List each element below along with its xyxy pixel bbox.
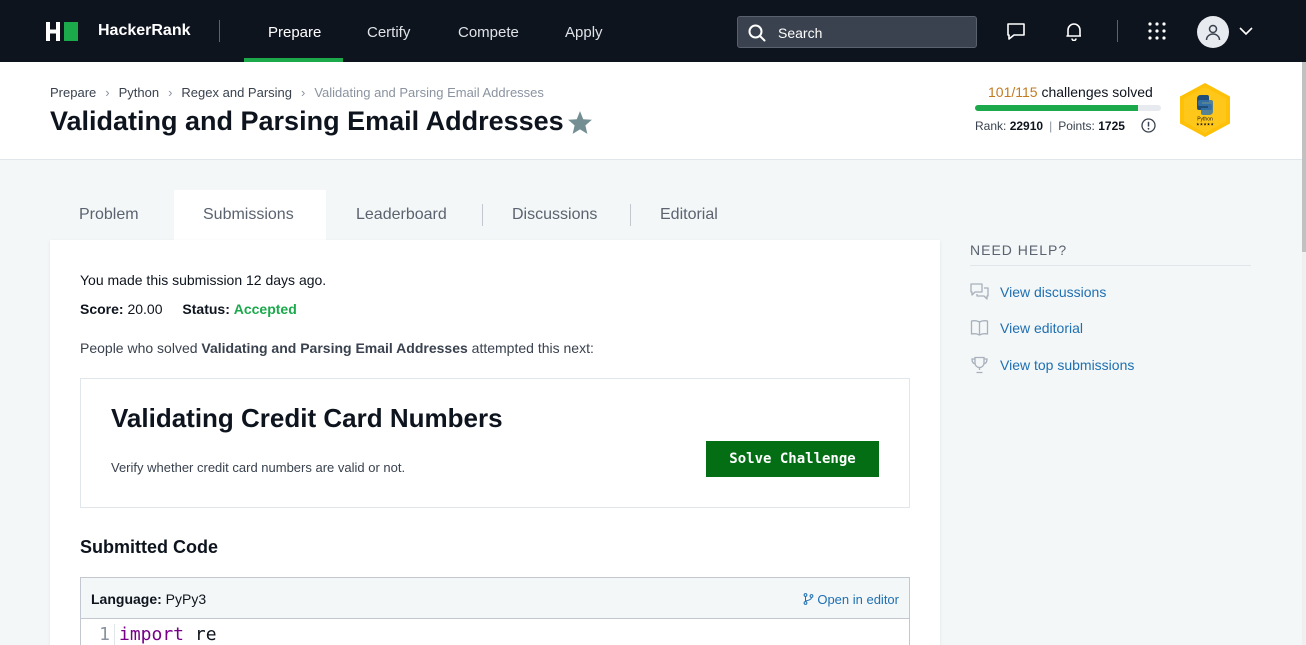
breadcrumb-prepare[interactable]: Prepare [50,85,96,100]
hackerrank-logo-icon[interactable] [46,22,78,41]
bookmark-star-icon[interactable] [567,110,593,135]
breadcrumb-current: Validating and Parsing Email Addresses [314,85,544,100]
challenges-solved: 101/115 challenges solved [988,84,1153,100]
code-keyword: import [119,624,185,645]
breadcrumb-separator-icon: › [168,85,173,100]
nav-certify[interactable]: Certify [367,24,410,41]
progress-bar [975,105,1161,111]
bell-icon[interactable] [1064,21,1084,41]
avatar[interactable] [1197,16,1229,48]
nav-divider [219,20,220,42]
rank-points: Rank: 22910 | Points: 1725 [975,119,1125,133]
code-line: 1 import re [81,624,217,645]
tab-leaderboard[interactable]: Leaderboard [356,206,447,224]
line-number: 1 [81,624,115,645]
language-label: Language: [91,591,162,607]
status-label: Status: [182,301,230,317]
submission-card: You made this submission 12 days ago. Sc… [50,240,940,645]
branch-icon [803,593,814,605]
code-header: Language: PyPy3 Open in editor [81,578,909,619]
book-icon [970,320,989,336]
code-module: re [194,624,217,645]
nav-divider [1117,20,1118,42]
score-status-line: Score: 20.00 Status: Accepted [80,301,297,317]
view-top-submissions-label: View top submissions [1000,357,1135,373]
next-suggestion-text: People who solved Validating and Parsing… [80,340,594,356]
rank-value: 22910 [1009,119,1044,133]
people-challenge: Validating and Parsing Email Addresses [201,340,468,356]
stat-divider: | [1049,119,1053,133]
open-in-editor-label: Open in editor [817,592,899,607]
need-help-heading: NEED HELP? [970,242,1068,258]
brand-name[interactable]: HackerRank [98,22,191,40]
score-value: 20.00 [127,301,163,317]
open-in-editor-link[interactable]: Open in editor [803,592,899,607]
chat-icon[interactable] [1006,21,1026,41]
trophy-icon [971,356,988,374]
code-viewer: Language: PyPy3 Open in editor 1 import r… [80,577,910,645]
language-info: Language: PyPy3 [91,591,206,607]
breadcrumb-separator-icon: › [105,85,110,100]
language-value: PyPy3 [165,591,207,607]
people-prefix: People who solved [80,340,198,356]
challenge-header: Prepare › Python › Regex and Parsing › Validat… [0,62,1302,160]
tab-discussions[interactable]: Discussions [512,206,597,224]
search-placeholder: Search [778,25,823,41]
view-editorial-label: View editorial [1000,320,1084,336]
breadcrumb-python[interactable]: Python [119,85,159,100]
python-badge-icon[interactable]: Python ★★★★★ [1178,82,1232,138]
tab-submissions[interactable]: Submissions [203,206,294,224]
points-value: 1725 [1098,119,1125,133]
help-divider [970,265,1251,266]
scrollbar-thumb[interactable] [1302,62,1306,252]
progress-bar-fill [975,105,1139,111]
submission-time: You made this submission 12 days ago. [80,272,327,288]
badge-stars: ★★★★★ [1196,122,1214,127]
next-challenge-title[interactable]: Validating Credit Card Numbers [111,403,503,434]
tab-problem[interactable]: Problem [79,206,139,224]
people-suffix: attempted this next: [471,340,594,356]
rank-label: Rank: [975,119,1007,133]
solve-challenge-button[interactable]: Solve Challenge [706,441,879,477]
nav-prepare[interactable]: Prepare [268,24,321,41]
tab-editorial[interactable]: Editorial [660,206,718,224]
info-icon[interactable] [1141,118,1156,133]
view-discussions-label: View discussions [1000,284,1107,300]
chevron-down-icon[interactable] [1239,26,1253,36]
score-label: Score: [80,301,124,317]
search-icon [748,24,766,42]
solved-count: 101/115 [988,84,1038,100]
breadcrumb-regex-parsing[interactable]: Regex and Parsing [181,85,292,100]
top-navbar: HackerRank Prepare Certify Compete Apply… [0,0,1306,62]
page-title: Validating and Parsing Email Addresses [50,106,564,136]
avatar-icon [1205,24,1221,41]
status-badge: Accepted [233,301,297,317]
points-label: Points: [1058,119,1095,133]
nav-compete[interactable]: Compete [458,24,519,41]
discussions-icon [970,283,989,300]
search-input[interactable]: Search [737,16,977,48]
tab-divider [630,204,631,226]
next-challenge-card: Validating Credit Card Numbers Verify wh… [80,378,910,508]
solved-label: challenges solved [1041,84,1153,100]
breadcrumb-separator-icon: › [301,85,306,100]
tab-divider [482,204,483,226]
nav-apply[interactable]: Apply [565,24,603,41]
next-challenge-description: Verify whether credit card numbers are v… [111,460,406,475]
breadcrumb: Prepare › Python › Regex and Parsing › Validat… [50,85,544,100]
apps-grid-icon[interactable] [1147,21,1167,41]
submitted-code-heading: Submitted Code [80,537,218,557]
